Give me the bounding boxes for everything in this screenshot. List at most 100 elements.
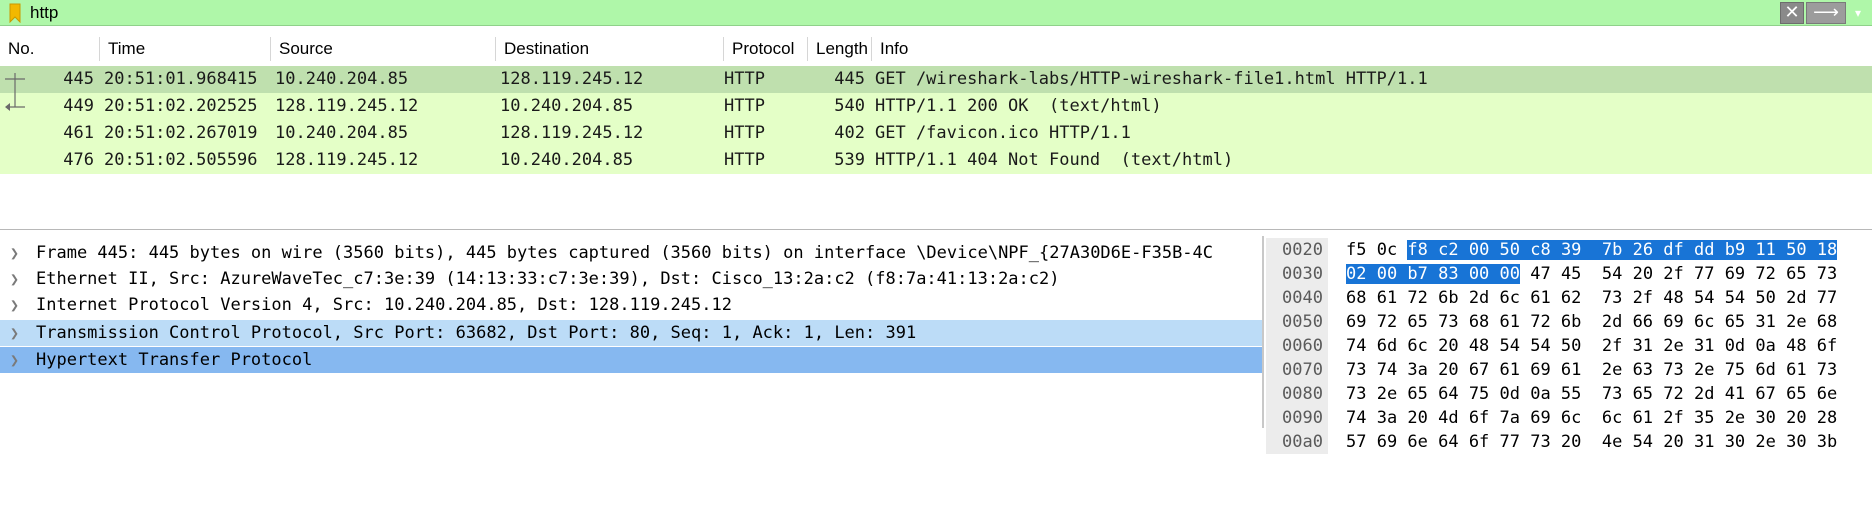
column-header-length[interactable]: Length: [808, 37, 872, 61]
chevron-right-icon[interactable]: ❯: [10, 292, 19, 318]
apply-filter-button[interactable]: ⟶: [1806, 2, 1846, 24]
packet-info: HTTP/1.1 404 Not Found (text/html): [875, 150, 1234, 170]
packet-source: 128.119.245.12: [275, 150, 419, 170]
byte-hex: 74 3a 20 4d 6f 7a 69 6c 6c 61 2f 35 2e 3…: [1346, 408, 1838, 428]
byte-hex-plain: f5 0c: [1346, 240, 1408, 260]
packet-protocol: HTTP: [724, 123, 765, 143]
detail-row-ethernet[interactable]: ❯ Ethernet II, Src: AzureWaveTec_c7:3e:3…: [0, 266, 1262, 292]
detail-text: Frame 445: 445 bytes on wire (3560 bits)…: [36, 243, 1214, 263]
packet-source: 128.119.245.12: [275, 96, 419, 116]
byte-hex: 02 00 b7 83 00 00 47 45 54 20 2f 77 69 7…: [1346, 262, 1837, 286]
packet-protocol: HTTP: [724, 69, 765, 89]
packet-destination: 10.240.204.85: [500, 96, 634, 116]
byte-hex-plain: 47 45 54 20 2f 77 69 72 65 73: [1520, 264, 1838, 284]
byte-hex: 73 74 3a 20 67 61 69 61 2e 63 73 2e 75 6…: [1346, 360, 1838, 380]
request-link-icon: [5, 73, 25, 93]
packet-no: 476: [63, 150, 94, 170]
byte-hex: 73 2e 65 64 75 0d 0a 55 73 65 72 2d 41 6…: [1346, 384, 1838, 404]
byte-hex: f5 0c f8 c2 00 50 c8 39 7b 26 df dd b9 1…: [1346, 238, 1838, 262]
byte-hex-selected: f8 c2 00 50 c8 39 7b 26 df dd b9 11 50 1…: [1407, 240, 1838, 260]
column-header-source[interactable]: Source: [271, 37, 496, 61]
packet-time: 20:51:02.267019: [104, 123, 258, 143]
byte-offset: 0080: [1266, 382, 1328, 406]
bytes-row[interactable]: 0020 f5 0c f8 c2 00 50 c8 39 7b 26 df dd…: [1266, 238, 1872, 262]
packet-time: 20:51:02.202525: [104, 96, 258, 116]
packet-row[interactable]: 476 20:51:02.505596 128.119.245.12 10.24…: [0, 147, 1872, 174]
byte-offset: 00a0: [1266, 430, 1328, 454]
byte-offset: 0060: [1266, 334, 1328, 358]
detail-text: Hypertext Transfer Protocol: [36, 350, 313, 370]
filter-history-dropdown[interactable]: ▾: [1848, 2, 1868, 24]
packet-details-pane: ❯ Frame 445: 445 bytes on wire (3560 bit…: [0, 236, 1262, 428]
display-filter-bar: ✕ ⟶ ▾: [0, 0, 1872, 26]
packet-list-empty-area: [0, 175, 1872, 228]
packet-no: 449: [63, 96, 94, 116]
packet-list-header: No. Time Source Destination Protocol Len…: [0, 37, 1872, 63]
chevron-right-icon[interactable]: ❯: [10, 320, 19, 346]
detail-row-http[interactable]: ❯ Hypertext Transfer Protocol: [0, 347, 1262, 373]
bytes-row[interactable]: 0070 73 74 3a 20 67 61 69 61 2e 63 73 2e…: [1266, 358, 1872, 382]
byte-hex: 69 72 65 73 68 61 72 6b 2d 66 69 6c 65 3…: [1346, 312, 1838, 332]
display-filter-input[interactable]: [30, 0, 1770, 26]
column-header-no[interactable]: No.: [0, 37, 100, 61]
packet-row[interactable]: 445 20:51:01.968415 10.240.204.85 128.11…: [0, 66, 1872, 93]
bytes-row[interactable]: 0060 74 6d 6c 20 48 54 54 50 2f 31 2e 31…: [1266, 334, 1872, 358]
packet-list: No. Time Source Destination Protocol Len…: [0, 27, 1872, 230]
packet-info: HTTP/1.1 200 OK (text/html): [875, 96, 1162, 116]
packet-length: 402: [834, 123, 865, 143]
byte-offset: 0070: [1266, 358, 1328, 382]
chevron-right-icon[interactable]: ❯: [10, 347, 19, 373]
packet-info: GET /wireshark-labs/HTTP-wireshark-file1…: [875, 69, 1428, 89]
response-link-icon: [5, 93, 25, 111]
packet-source: 10.240.204.85: [275, 69, 409, 89]
column-header-destination[interactable]: Destination: [496, 37, 724, 61]
packet-protocol: HTTP: [724, 96, 765, 116]
column-header-info[interactable]: Info: [872, 37, 1872, 61]
packet-row[interactable]: 461 20:51:02.267019 10.240.204.85 128.11…: [0, 120, 1872, 147]
bookmark-icon[interactable]: [9, 3, 21, 23]
packet-destination: 10.240.204.85: [500, 150, 634, 170]
packet-length: 540: [834, 96, 865, 116]
packet-time: 20:51:01.968415: [104, 69, 258, 89]
byte-hex: 68 61 72 6b 2d 6c 61 62 73 2f 48 54 54 5…: [1346, 288, 1838, 308]
chevron-right-icon[interactable]: ❯: [10, 266, 19, 292]
byte-offset: 0020: [1266, 238, 1328, 262]
detail-text: Ethernet II, Src: AzureWaveTec_c7:3e:39 …: [36, 269, 1060, 289]
byte-offset: 0090: [1266, 406, 1328, 430]
byte-offset: 0050: [1266, 310, 1328, 334]
bytes-row[interactable]: 0030 02 00 b7 83 00 00 47 45 54 20 2f 77…: [1266, 262, 1872, 286]
packet-destination: 128.119.245.12: [500, 123, 644, 143]
pane-splitter[interactable]: [1262, 236, 1264, 428]
packet-row[interactable]: 449 20:51:02.202525 128.119.245.12 10.24…: [0, 93, 1872, 120]
packet-no: 461: [63, 123, 94, 143]
detail-text: Internet Protocol Version 4, Src: 10.240…: [36, 295, 732, 315]
packet-no: 445: [63, 69, 94, 89]
detail-text: Transmission Control Protocol, Src Port:…: [36, 323, 917, 343]
packet-protocol: HTTP: [724, 150, 765, 170]
bytes-row[interactable]: 0090 74 3a 20 4d 6f 7a 69 6c 6c 61 2f 35…: [1266, 406, 1872, 430]
column-header-protocol[interactable]: Protocol: [724, 37, 808, 61]
byte-hex-selected: 02 00 b7 83 00 00: [1346, 264, 1520, 284]
packet-info: GET /favicon.ico HTTP/1.1: [875, 123, 1131, 143]
chevron-down-icon: ▾: [1854, 6, 1862, 20]
packet-length: 539: [834, 150, 865, 170]
close-icon: ✕: [1784, 2, 1800, 22]
packet-bytes-pane: 0020 f5 0c f8 c2 00 50 c8 39 7b 26 df dd…: [1266, 236, 1872, 454]
packet-length: 445: [834, 69, 865, 89]
detail-row-tcp[interactable]: ❯ Transmission Control Protocol, Src Por…: [0, 320, 1262, 346]
byte-hex: 57 69 6e 64 6f 77 73 20 4e 54 20 31 30 2…: [1346, 432, 1838, 452]
packet-destination: 128.119.245.12: [500, 69, 644, 89]
packet-source: 10.240.204.85: [275, 123, 409, 143]
byte-offset: 0030: [1266, 262, 1328, 286]
bytes-row[interactable]: 00a0 57 69 6e 64 6f 77 73 20 4e 54 20 31…: [1266, 430, 1872, 454]
bytes-row[interactable]: 0040 68 61 72 6b 2d 6c 61 62 73 2f 48 54…: [1266, 286, 1872, 310]
chevron-right-icon[interactable]: ❯: [10, 240, 19, 266]
bytes-row[interactable]: 0080 73 2e 65 64 75 0d 0a 55 73 65 72 2d…: [1266, 382, 1872, 406]
byte-hex: 74 6d 6c 20 48 54 54 50 2f 31 2e 31 0d 0…: [1346, 336, 1838, 356]
clear-filter-button[interactable]: ✕: [1780, 2, 1804, 24]
byte-offset: 0040: [1266, 286, 1328, 310]
detail-row-ip[interactable]: ❯ Internet Protocol Version 4, Src: 10.2…: [0, 292, 1262, 318]
column-header-time[interactable]: Time: [100, 37, 271, 61]
detail-row-frame[interactable]: ❯ Frame 445: 445 bytes on wire (3560 bit…: [0, 240, 1262, 266]
bytes-row[interactable]: 0050 69 72 65 73 68 61 72 6b 2d 66 69 6c…: [1266, 310, 1872, 334]
